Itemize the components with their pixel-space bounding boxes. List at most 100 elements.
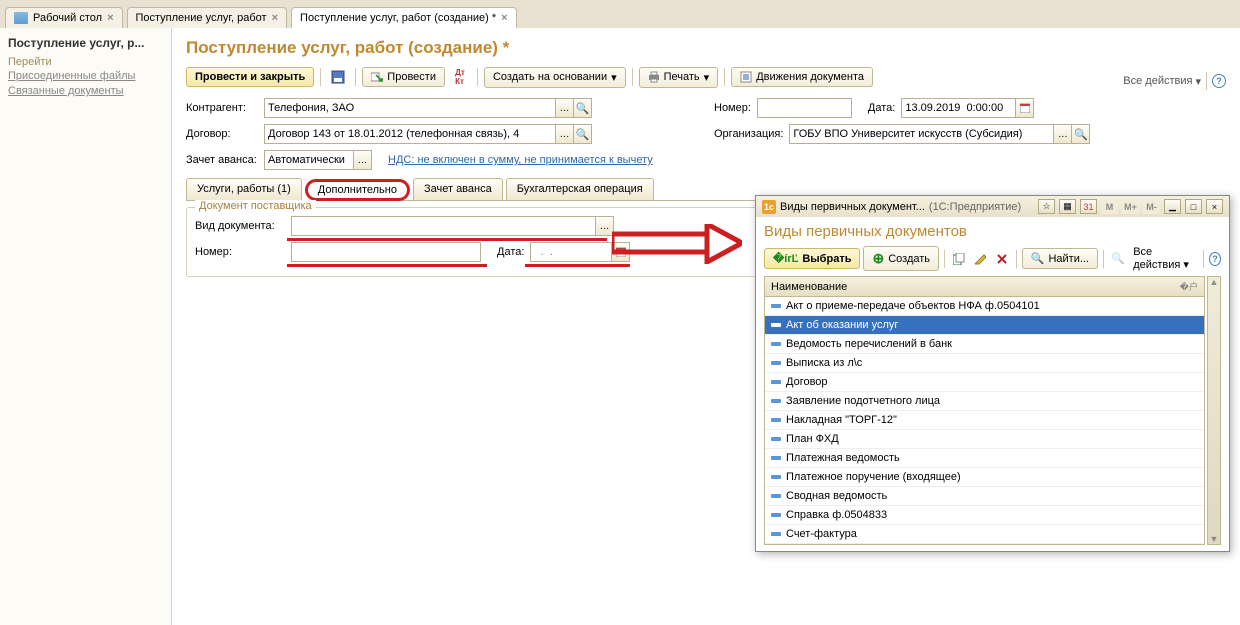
scrollbar[interactable]: ▲ ▼ bbox=[1207, 276, 1221, 545]
scroll-down-icon[interactable]: ▼ bbox=[1210, 534, 1219, 544]
annotation-underline bbox=[525, 264, 630, 267]
list-item[interactable]: Договор bbox=[765, 373, 1204, 392]
select-button[interactable]: �írĽ Выбрать bbox=[764, 248, 860, 269]
sidebar-go[interactable]: Перейти bbox=[8, 56, 163, 68]
ellipsis-button[interactable]: … bbox=[1054, 124, 1072, 144]
list-item[interactable]: Накладная "ТОРГ-12" bbox=[765, 411, 1204, 430]
movements-button[interactable]: Движения документа bbox=[731, 67, 873, 87]
list-item[interactable]: Акт о приеме-передаче объектов НФА ф.050… bbox=[765, 297, 1204, 316]
maximize-button[interactable]: □ bbox=[1185, 199, 1202, 214]
list-item[interactable]: План ФХД bbox=[765, 430, 1204, 449]
dialog-titlebar[interactable]: 1c Виды первичных документ... (1С:Предпр… bbox=[756, 196, 1229, 217]
calendar-icon[interactable] bbox=[1016, 98, 1034, 118]
magnifier-icon[interactable]: 🔍 bbox=[1072, 124, 1090, 144]
m-minus-button[interactable]: M- bbox=[1143, 199, 1160, 214]
dialog-subtitle: (1С:Предприятие) bbox=[929, 201, 1021, 213]
clear-search-icon[interactable]: 🔍 bbox=[1109, 248, 1127, 270]
list-item[interactable]: Платежная ведомость bbox=[765, 449, 1204, 468]
contract-input[interactable] bbox=[264, 124, 556, 144]
list-item[interactable]: Справка ф.0504833 bbox=[765, 506, 1204, 525]
vat-info-link[interactable]: НДС: не включен в сумму, не принимается … bbox=[388, 154, 653, 166]
magnifier-icon[interactable]: 🔍 bbox=[574, 98, 592, 118]
tab-accounting[interactable]: Бухгалтерская операция bbox=[506, 178, 654, 200]
ellipsis-button[interactable]: … bbox=[354, 150, 372, 170]
sidebar-attached-files[interactable]: Присоединенные файлы bbox=[8, 70, 163, 82]
desktop-icon bbox=[14, 12, 28, 24]
magnifier-icon[interactable]: 🔍 bbox=[574, 124, 592, 144]
list-header[interactable]: Наименование �户 bbox=[764, 276, 1205, 297]
all-actions-link[interactable]: Все действия ▾ ? bbox=[1123, 72, 1226, 90]
app-icon: 1c bbox=[762, 200, 776, 214]
item-label: Выписка из л\с bbox=[786, 357, 862, 369]
minimize-button[interactable]: ▁ bbox=[1164, 199, 1181, 214]
annotation-underline bbox=[287, 238, 607, 241]
list-item[interactable]: Акт об оказании услуг bbox=[765, 316, 1204, 335]
item-label: Накладная "ТОРГ-12" bbox=[786, 414, 897, 426]
tab-services[interactable]: Услуги, работы (1) bbox=[186, 178, 302, 200]
favorite-icon[interactable]: ☆ bbox=[1038, 199, 1055, 214]
grid-icon[interactable]: ▦ bbox=[1059, 199, 1076, 214]
date-input[interactable] bbox=[901, 98, 1016, 118]
calendar-icon[interactable]: 31 bbox=[1080, 199, 1097, 214]
tab-label: Поступление услуг, работ bbox=[136, 12, 267, 24]
close-button[interactable]: × bbox=[1206, 199, 1223, 214]
item-label: Справка ф.0504833 bbox=[786, 509, 887, 521]
item-icon bbox=[771, 323, 781, 327]
find-button[interactable]: 🔍 Найти... bbox=[1022, 248, 1098, 269]
post-button[interactable]: Провести bbox=[362, 67, 445, 87]
ellipsis-button[interactable]: … bbox=[556, 124, 574, 144]
number-input[interactable] bbox=[757, 98, 852, 118]
item-label: Договор bbox=[786, 376, 828, 388]
dtkt-icon[interactable]: ДтКт bbox=[449, 66, 471, 88]
edit-icon[interactable] bbox=[971, 248, 989, 270]
close-icon[interactable]: × bbox=[272, 12, 278, 24]
close-icon[interactable]: × bbox=[107, 12, 113, 24]
tab-doc-1[interactable]: Поступление услуг, работ × bbox=[127, 7, 288, 28]
help-icon[interactable]: ? bbox=[1212, 74, 1226, 88]
list-item[interactable]: Ведомость перечислений в банк bbox=[765, 335, 1204, 354]
item-label: Платежная ведомость bbox=[786, 452, 900, 464]
print-button[interactable]: Печать ▾ bbox=[639, 67, 719, 88]
create-button[interactable]: ⊕ Создать bbox=[863, 246, 939, 271]
save-icon[interactable] bbox=[327, 66, 349, 88]
scroll-up-icon[interactable]: ▲ bbox=[1210, 277, 1219, 287]
tab-label: Поступление услуг, работ (создание) * bbox=[300, 12, 496, 24]
list-item[interactable]: Сводная ведомость bbox=[765, 487, 1204, 506]
sidebar-related-docs[interactable]: Связанные документы bbox=[8, 85, 163, 97]
doc-type-label: Вид документа: bbox=[195, 220, 285, 232]
list-item[interactable]: Заявление подотчетного лица bbox=[765, 392, 1204, 411]
post-and-close-button[interactable]: Провести и закрыть bbox=[186, 67, 314, 87]
item-icon bbox=[771, 380, 781, 384]
m-button[interactable]: M bbox=[1101, 199, 1118, 214]
date-label: Дата: bbox=[868, 102, 895, 114]
chevron-down-icon: ▾ bbox=[1195, 75, 1201, 88]
m-plus-button[interactable]: M+ bbox=[1122, 199, 1139, 214]
item-icon bbox=[771, 513, 781, 517]
printer-icon bbox=[648, 71, 660, 83]
item-icon bbox=[771, 494, 781, 498]
help-icon[interactable]: ? bbox=[1209, 252, 1221, 266]
item-label: Заявление подотчетного лица bbox=[786, 395, 940, 407]
item-label: Сводная ведомость bbox=[786, 490, 887, 502]
list-item[interactable]: Платежное поручение (входящее) bbox=[765, 468, 1204, 487]
item-label: Акт об оказании услуг bbox=[786, 319, 898, 331]
org-input[interactable] bbox=[789, 124, 1054, 144]
advance-input[interactable] bbox=[264, 150, 354, 170]
tab-desktop[interactable]: Рабочий стол × bbox=[5, 7, 123, 28]
delete-icon[interactable] bbox=[993, 248, 1011, 270]
copy-icon[interactable] bbox=[950, 248, 968, 270]
doc-type-input[interactable] bbox=[291, 216, 596, 236]
tab-doc-2[interactable]: Поступление услуг, работ (создание) * × bbox=[291, 7, 517, 28]
list-item[interactable]: Выписка из л\с bbox=[765, 354, 1204, 373]
contractor-input[interactable] bbox=[264, 98, 556, 118]
list-item[interactable]: Счет-фактура bbox=[765, 525, 1204, 544]
tab-advance[interactable]: Зачет аванса bbox=[413, 178, 503, 200]
tab-additional[interactable]: Дополнительно bbox=[305, 179, 410, 201]
dialog-all-actions[interactable]: Все действия ▾ bbox=[1133, 246, 1198, 271]
supplier-number-input[interactable] bbox=[291, 242, 481, 262]
supplier-date-input[interactable] bbox=[530, 242, 612, 262]
item-label: Ведомость перечислений в банк bbox=[786, 338, 952, 350]
ellipsis-button[interactable]: … bbox=[556, 98, 574, 118]
create-based-button[interactable]: Создать на основании ▾ bbox=[484, 67, 626, 88]
close-icon[interactable]: × bbox=[501, 12, 507, 24]
